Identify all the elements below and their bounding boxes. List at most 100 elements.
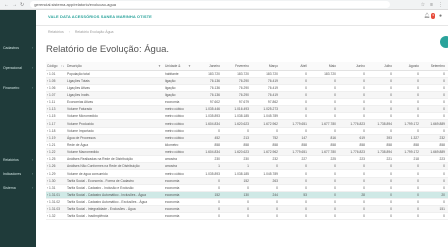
page-title: Relatório de Evolução: Água. bbox=[46, 44, 170, 55]
table-row[interactable]: › 1.29 Volume de água consumido metro cúbi… bbox=[46, 169, 448, 178]
table-cell: › 1.19 bbox=[46, 134, 60, 142]
table-cell: Água de Processos bbox=[66, 134, 164, 142]
sidebar-item[interactable]: Financeiro bbox=[3, 86, 19, 90]
table-row[interactable]: › 1.31 Tarifa Social - Cadastro - Inclusã… bbox=[46, 184, 448, 192]
table-cell: 0 bbox=[310, 91, 339, 100]
floating-action-button[interactable] bbox=[440, 36, 448, 48]
column-header[interactable]: Janeiro bbox=[194, 62, 223, 71]
sidebar-item[interactable]: Operacional bbox=[3, 66, 22, 70]
breadcrumb: Relatórios › Relatório Evolução Água bbox=[48, 30, 117, 34]
table-cell: › 1.07 bbox=[46, 91, 60, 100]
table-cell: › 1.30 bbox=[46, 177, 60, 185]
table-cell: Volume Faturado bbox=[66, 105, 164, 114]
forward-icon[interactable]: → bbox=[12, 2, 17, 8]
table-cell: 0 bbox=[310, 177, 339, 185]
table-cell: 0 bbox=[395, 212, 422, 221]
table-cell: 218 bbox=[395, 155, 422, 164]
table-cell: 1.672.962 bbox=[252, 148, 281, 157]
sidebar-item[interactable]: Indicadores bbox=[3, 172, 21, 176]
table-cell: 225 bbox=[310, 155, 339, 164]
table-cell: 0 bbox=[339, 98, 368, 107]
table-row[interactable]: › 1.31.03 Tarifa Social - Integralidade -… bbox=[46, 205, 448, 214]
table-cell: 858 bbox=[223, 141, 252, 150]
table-row[interactable]: › 1.06 Ligações Ativas ligação 76.136 76.290… bbox=[46, 84, 448, 92]
table-row[interactable]: › 1.26 Análises Não Conformes na Rede de … bbox=[46, 162, 448, 171]
back-icon[interactable]: ← bbox=[4, 2, 9, 8]
table-cell: 1.776.823 bbox=[339, 148, 368, 157]
column-header[interactable]: Fevereiro bbox=[223, 62, 252, 71]
table-cell: 0 bbox=[368, 84, 395, 92]
table-cell: kilometro bbox=[164, 141, 194, 150]
column-header[interactable]: Junho bbox=[339, 62, 368, 71]
table-cell: 0 bbox=[339, 70, 368, 78]
column-header[interactable]: Julho bbox=[368, 62, 395, 71]
column-header[interactable]: Descrição ▼ bbox=[66, 62, 164, 71]
column-header[interactable]: Maio bbox=[310, 62, 339, 71]
bookmark-icon[interactable]: ☆ bbox=[421, 2, 425, 8]
table-row[interactable]: › 1.13 Volume Faturado metro cúbico 1.035.4… bbox=[46, 105, 448, 114]
table-cell: › 1.31 bbox=[46, 184, 60, 192]
table-row[interactable]: › 1.15 Volume Micromedido metro cúbico 1.03… bbox=[46, 112, 448, 121]
table-cell: 858 bbox=[310, 141, 339, 150]
table-cell: 0 bbox=[339, 212, 368, 221]
column-header[interactable]: Setembro bbox=[422, 62, 448, 71]
table-row[interactable]: › 1.22 Volume Macromedido metro cúbico 1.60… bbox=[46, 148, 448, 157]
column-header[interactable]: Agosto bbox=[395, 62, 422, 71]
table-row[interactable]: › 1.11 Economias Ativas economia 97.602 97.6… bbox=[46, 98, 448, 107]
table-row[interactable]: › 1.17 Volume Produzido metro cúbico 1.604.… bbox=[46, 119, 448, 128]
address-bar[interactable]: gerencial.sistema.app/relatorio/evolucao… bbox=[30, 1, 391, 8]
table-cell: economia bbox=[164, 212, 194, 221]
table-row[interactable]: › 1.05 Ligações Totais ligação 76.136 76.290… bbox=[46, 77, 448, 85]
table-row[interactable]: › 1.21 Rede de Água kilometro 858 858 858 858 8… bbox=[46, 141, 448, 150]
table-row[interactable]: › 1.31.02 Tarifa Social - Cadastro Automá… bbox=[46, 198, 448, 207]
table-cell: 452 bbox=[194, 134, 223, 142]
table-cell: 0 bbox=[194, 212, 223, 221]
table-cell: metro cúbico bbox=[164, 112, 194, 121]
breadcrumb-item[interactable]: Relatórios bbox=[48, 30, 64, 34]
table-cell: 76.419 bbox=[252, 77, 281, 85]
table-row[interactable]: › 1.07 Ligações Inativ. ligação 76.136 76.29… bbox=[46, 91, 448, 100]
more-icon[interactable]: ⋮ bbox=[438, 2, 443, 8]
table-cell: 1.799.172 bbox=[395, 119, 422, 128]
user-icon[interactable]: ● bbox=[439, 13, 442, 19]
table-cell: 1.038.185 bbox=[223, 112, 252, 121]
reload-icon[interactable]: ↻ bbox=[20, 2, 24, 8]
table-cell: 0 bbox=[281, 84, 310, 92]
column-header[interactable]: Abril bbox=[281, 62, 310, 71]
table-cell: economia bbox=[164, 191, 194, 200]
column-header[interactable]: Março bbox=[252, 62, 281, 71]
table-cell: Análises Não Conformes na Rede de Distri… bbox=[66, 162, 164, 171]
table-cell: 0 bbox=[223, 205, 252, 214]
table-cell: 1.016.493 bbox=[223, 105, 252, 114]
table-row[interactable]: › 1.31.01 Tarifa Social - Cadastro Automá… bbox=[46, 191, 448, 200]
column-header[interactable]: Código bbox=[46, 62, 60, 71]
table-cell: 76.136 bbox=[194, 84, 223, 92]
column-header[interactable]: Unidade & ▼ bbox=[164, 62, 194, 71]
filter-icon[interactable]: ▼ bbox=[158, 64, 161, 68]
chevron-down-icon: › bbox=[31, 86, 33, 90]
sidebar-item[interactable]: Sistema bbox=[3, 186, 16, 190]
filter-icon[interactable]: ▼ bbox=[188, 64, 191, 68]
table-cell: 752 bbox=[252, 134, 281, 142]
table-row[interactable]: › 1.30 Tarifa Social - Economia - Forma d… bbox=[46, 177, 448, 185]
table-cell: 0 bbox=[281, 91, 310, 100]
table-cell: 619 bbox=[339, 134, 368, 142]
table-cell: metro cúbico bbox=[164, 134, 194, 142]
table-cell: 152 bbox=[194, 191, 223, 200]
table-row[interactable]: › 1.25 Análises Realizadas na Rede de Dis… bbox=[46, 155, 448, 164]
table-row[interactable]: › 1.18 Volume Importado metro cúbico 0 0 0 0 0 0… bbox=[46, 127, 448, 135]
bell-icon[interactable]: 🔔︎ bbox=[424, 13, 430, 19]
table-cell: 1.327 bbox=[395, 134, 422, 142]
table-row[interactable]: › 1.01 População total habitante 183.720 183… bbox=[46, 70, 448, 78]
table-cell: 0 bbox=[252, 184, 281, 192]
table-cell: 1.604.834 bbox=[194, 148, 223, 157]
sidebar-item[interactable]: Cadastros bbox=[3, 46, 19, 50]
table-row[interactable]: › 1.32 Tarifa Social - Inadimplência econo… bbox=[46, 212, 448, 221]
table-cell: 0 bbox=[310, 127, 339, 135]
table-row[interactable]: › 1.19 Água de Processos metro cúbico 452 21… bbox=[46, 134, 448, 142]
table-cell: 0 bbox=[395, 177, 422, 185]
menu-icon[interactable]: ≡ bbox=[430, 2, 433, 8]
table-cell: 0 bbox=[252, 205, 281, 214]
table-cell: 0 bbox=[395, 205, 422, 214]
sidebar-item[interactable]: Relatórios bbox=[3, 158, 19, 162]
